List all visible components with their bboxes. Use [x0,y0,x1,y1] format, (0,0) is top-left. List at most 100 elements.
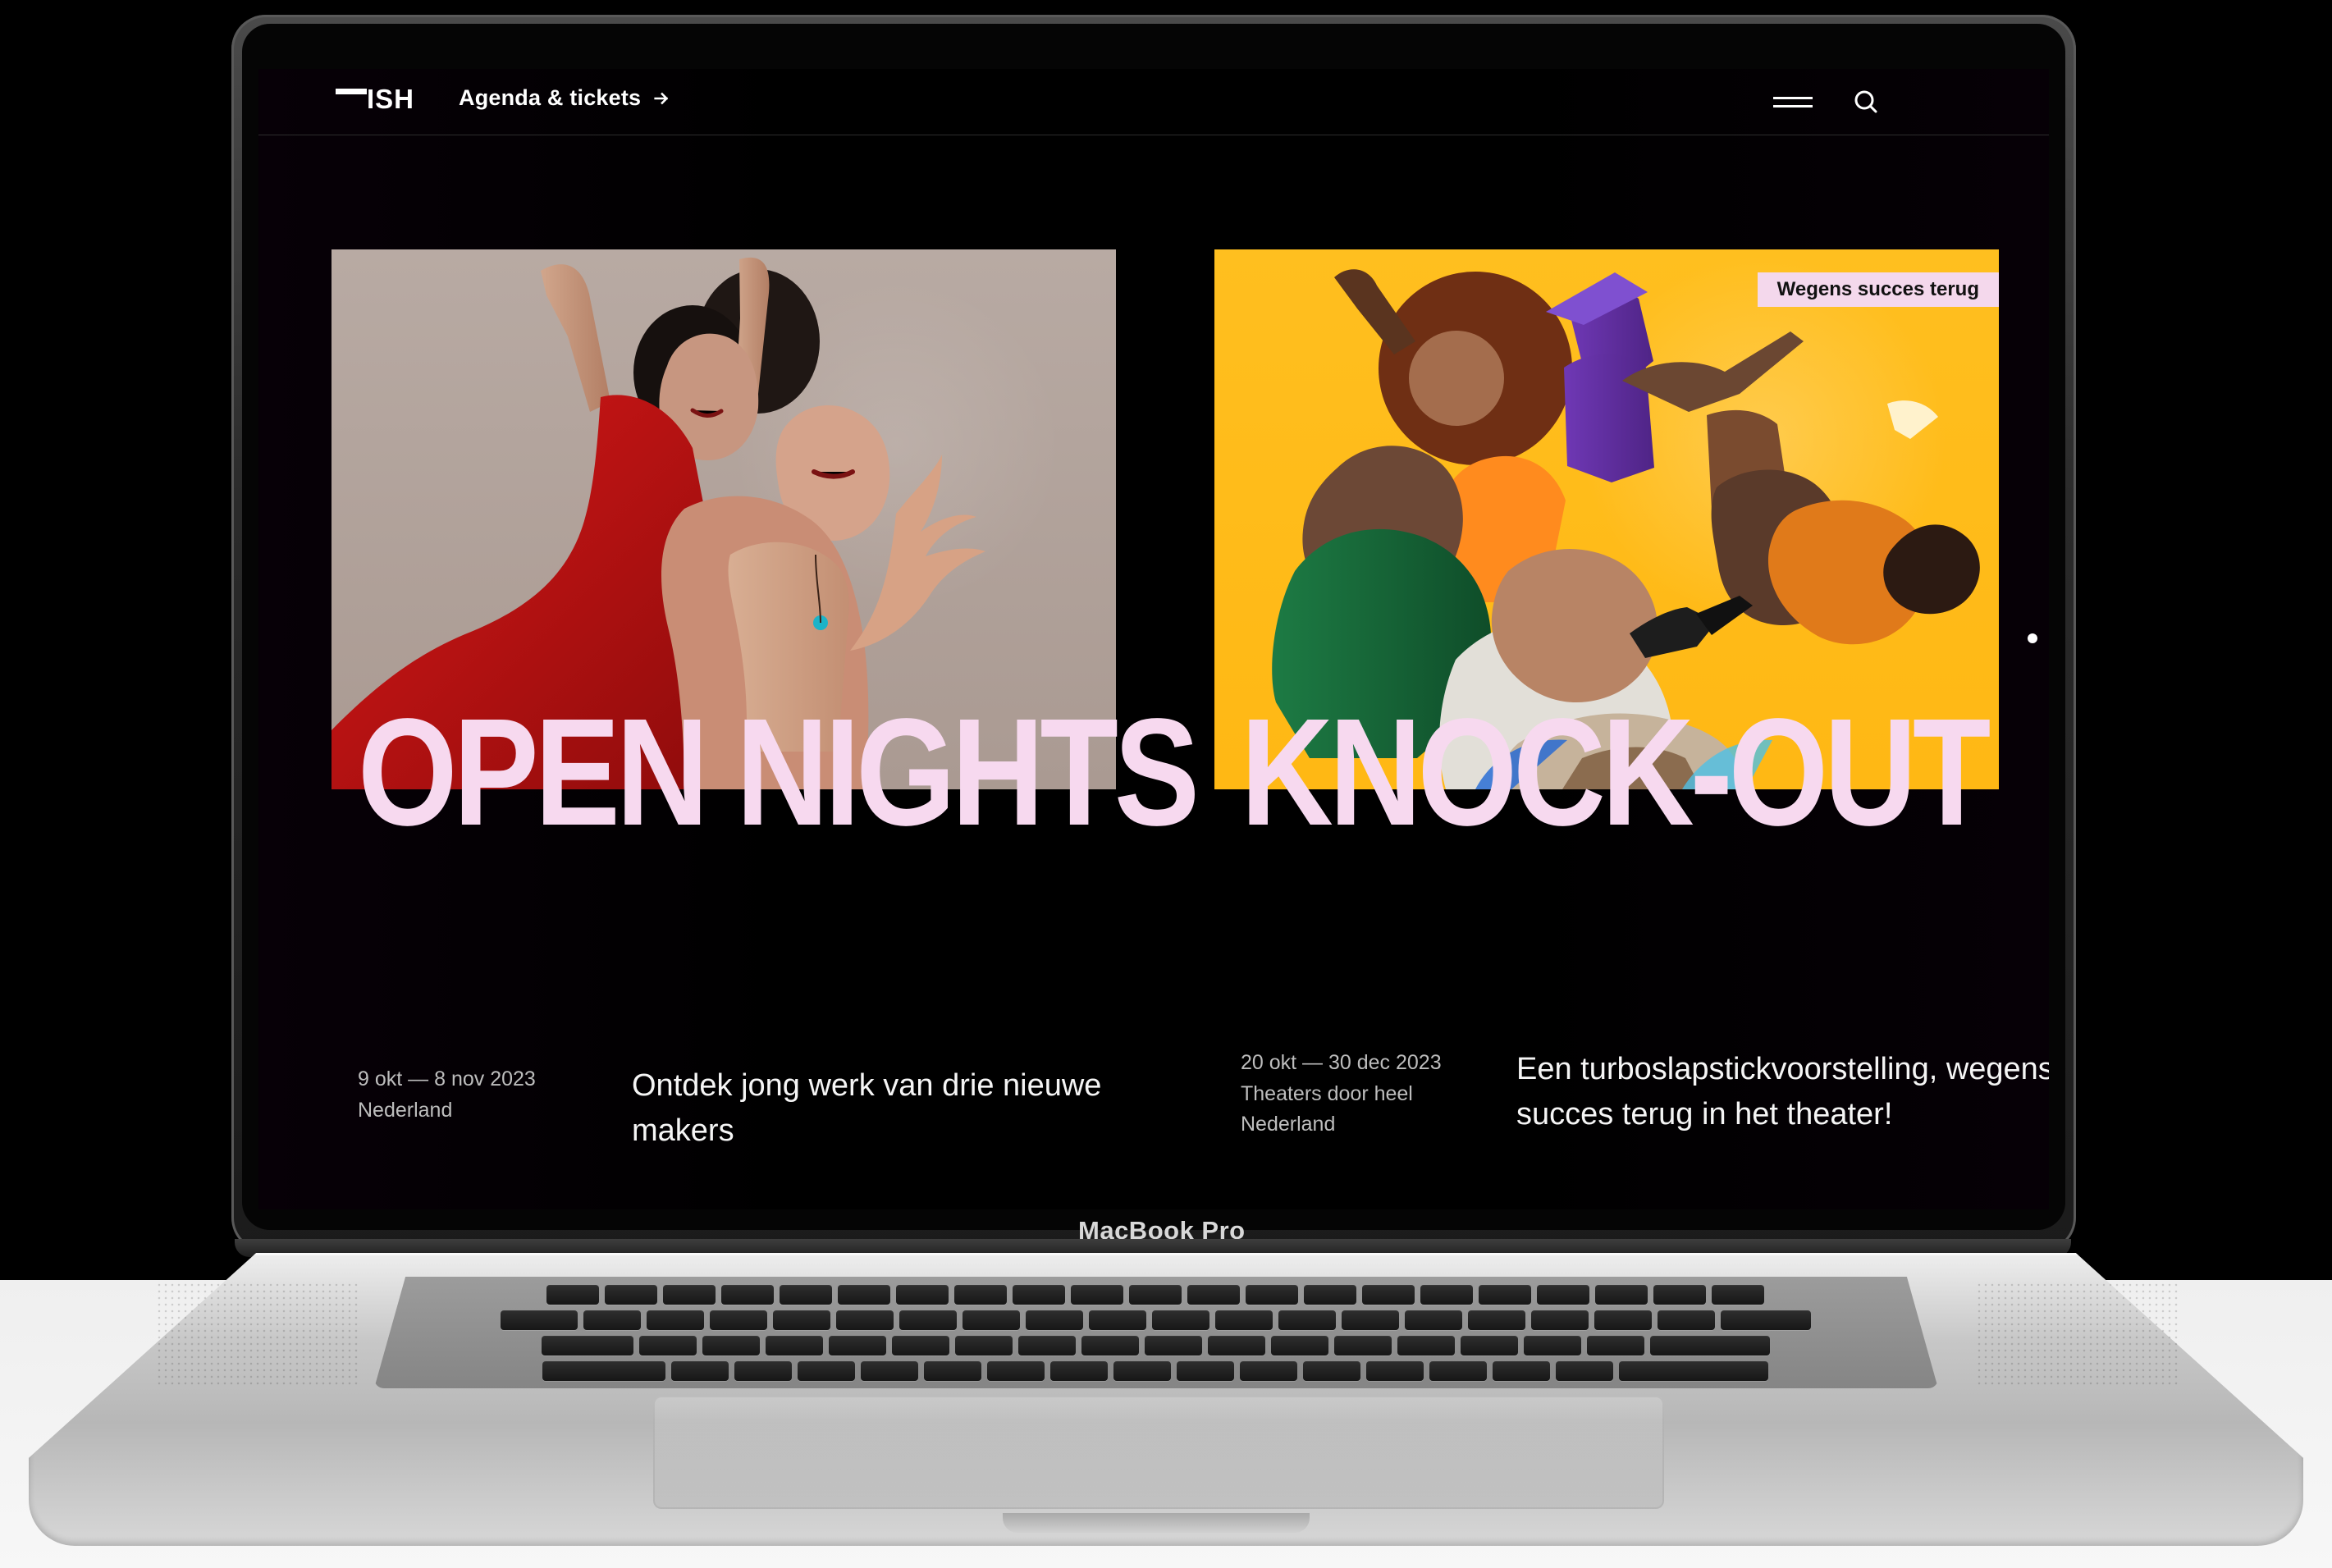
keyboard-key [709,1310,767,1330]
keyboard-key [987,1361,1045,1381]
keyboard-key [663,1285,716,1305]
keyboard-key [1144,1336,1202,1355]
keyboard-key [962,1310,1020,1330]
keyboard-row [384,1310,1927,1330]
menu-line-bottom [1773,105,1813,107]
keyboard-key [1362,1285,1415,1305]
logo-text: ISH [367,84,415,114]
agenda-tickets-link[interactable]: Agenda & tickets [459,85,670,111]
keyboard-key [1207,1336,1265,1355]
keyboard-key [1720,1310,1811,1330]
keyboard-key [1113,1361,1171,1381]
keyboard-key [1420,1285,1473,1305]
front-notch [1003,1513,1310,1533]
keyboard-key [1129,1285,1182,1305]
keyboard-key [828,1336,886,1355]
keyboard-key [1333,1336,1392,1355]
keyboard [384,1285,1927,1382]
knock-out-location: Theaters door heel Nederland [1241,1081,1413,1136]
keyboard-key [954,1285,1007,1305]
keyboard-key [1467,1310,1525,1330]
keyboard-key [583,1310,641,1330]
keyboard-key [1429,1361,1487,1381]
keyboard-key [541,1336,633,1355]
knock-out-description[interactable]: Een turboslapstickvoorstelling, wegens s… [1516,1047,2049,1137]
right-speaker-grille [1976,1282,2181,1387]
event-card-knock-out[interactable]: Wegens succes terug KNOCK-OUT 20 okt — 3… [1214,249,2049,1160]
keyboard-key [1240,1361,1297,1381]
keyboard-key [838,1285,890,1305]
success-return-badge: Wegens succes terug [1757,272,1999,307]
open-nights-description[interactable]: Ontdek jong werk van drie nieuwe makers [632,1063,1108,1154]
keyboard-key [1304,1285,1356,1305]
keyboard-key [899,1310,957,1330]
keyboard-key [1594,1310,1652,1330]
left-speaker-grille [156,1282,361,1387]
keyboard-key [1071,1285,1123,1305]
open-nights-location: Nederland [358,1098,453,1122]
keyboard-key [1177,1361,1234,1381]
keyboard-key [1523,1336,1581,1355]
keyboard-key [1278,1310,1336,1330]
keyboard-key [1246,1285,1298,1305]
search-icon[interactable] [1852,88,1880,116]
keyboard-key [1151,1310,1209,1330]
keyboard-key [1595,1285,1648,1305]
keyboard-key [772,1310,830,1330]
site-logo[interactable]: ISH [336,83,416,122]
laptop-mockup-scene: ISH Agenda & tickets OPEN NIGHTS 9 okt —… [0,0,2332,1568]
keyboard-row [384,1361,1927,1381]
logo-bar [336,89,367,94]
menu-icon[interactable] [1773,94,1813,112]
keyboard-key [798,1361,855,1381]
keyboard-key [1404,1310,1462,1330]
keyboard-key [646,1310,704,1330]
keyboard-key [1017,1336,1076,1355]
open-nights-title[interactable]: OPEN NIGHTS [358,697,1200,849]
keyboard-key [1088,1310,1146,1330]
open-nights-meta: 9 okt — 8 nov 2023 Nederland [358,1064,579,1126]
keyboard-key [924,1361,981,1381]
keyboard-key [702,1336,760,1355]
keyboard-key [765,1336,823,1355]
keyboard-key [546,1285,599,1305]
keyboard-key [891,1336,949,1355]
keyboard-key [1013,1285,1065,1305]
keyboard-row [384,1336,1927,1355]
open-nights-date: 9 okt — 8 nov 2023 [358,1067,536,1090]
keyboard-key [1493,1361,1550,1381]
keyboard-key [1081,1336,1139,1355]
keyboard-key [1530,1310,1589,1330]
agenda-tickets-label: Agenda & tickets [459,85,642,110]
keyboard-key [835,1310,894,1330]
knock-out-title[interactable]: KNOCK-OUT [1241,697,1991,849]
keyboard-key [1460,1336,1518,1355]
keyboard-key [954,1336,1013,1355]
keyboard-key [1270,1336,1328,1355]
keyboard-key [896,1285,949,1305]
keyboard-key [861,1361,918,1381]
keyboard-key [721,1285,774,1305]
keyboard-key [605,1285,657,1305]
carousel-indicator-dot[interactable] [2028,633,2037,643]
keyboard-key [671,1361,729,1381]
keyboard-key [1025,1310,1083,1330]
keyboard-key [1653,1285,1706,1305]
keyboard-key [1303,1361,1360,1381]
keyboard-key [1479,1285,1531,1305]
keyboard-key [1537,1285,1589,1305]
trackpad [653,1396,1664,1509]
keyboard-key [638,1336,697,1355]
keyboard-key [1050,1361,1108,1381]
keyboard-key [1649,1336,1770,1355]
keyboard-key [1341,1310,1399,1330]
keyboard-key [1712,1285,1764,1305]
keyboard-key [1214,1310,1273,1330]
keyboard-key [1619,1361,1768,1381]
arrow-right-icon [654,92,669,104]
knock-out-meta: 20 okt — 30 dec 2023 Theaters door heel … [1241,1048,1503,1141]
keyboard-key [542,1361,665,1381]
keyboard-key [1556,1361,1613,1381]
event-card-open-nights[interactable]: OPEN NIGHTS 9 okt — 8 nov 2023 Nederland… [332,249,1200,1160]
menu-line-top [1773,97,1813,99]
